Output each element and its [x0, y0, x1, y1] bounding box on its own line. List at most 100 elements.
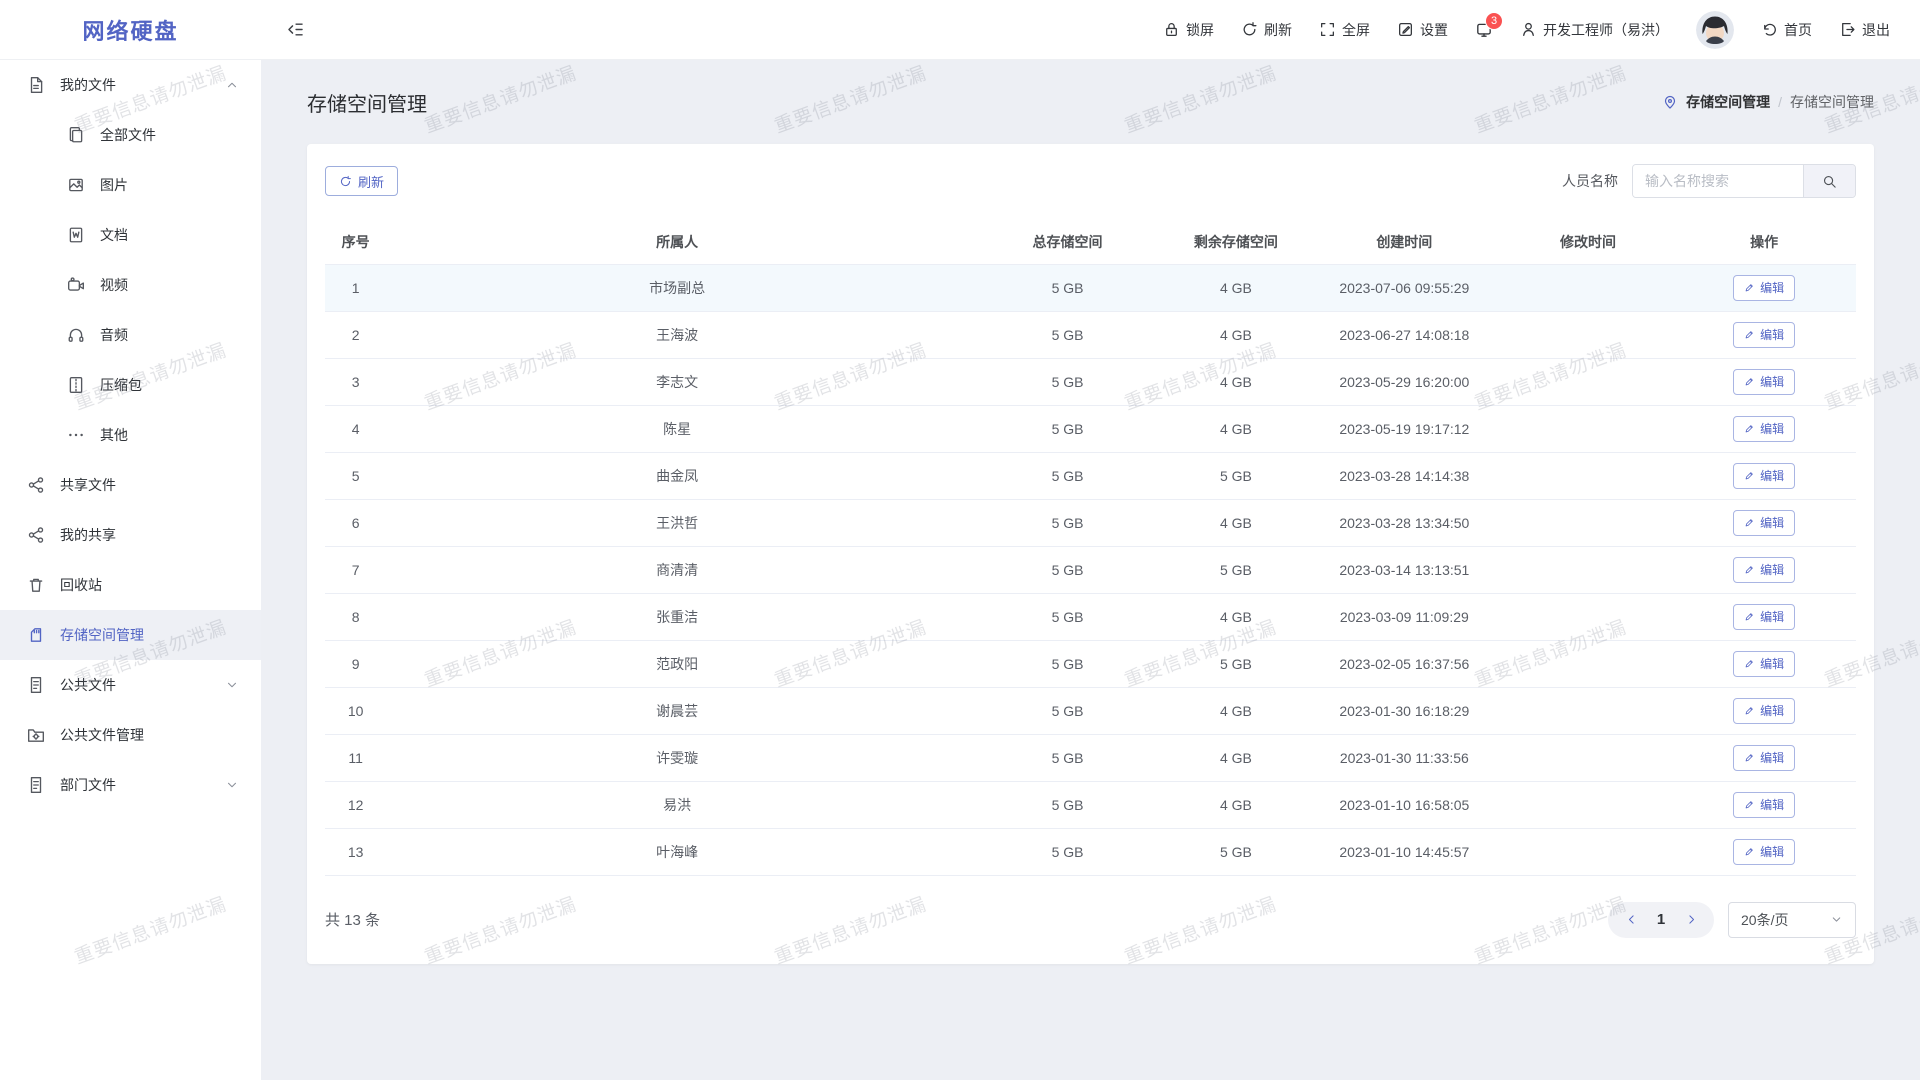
user-menu[interactable]: 开发工程师（易洪）: [1520, 20, 1669, 40]
sidebar-collapse-button[interactable]: [286, 20, 305, 39]
current-page-number[interactable]: 1: [1646, 911, 1676, 928]
edit-button[interactable]: 编辑: [1733, 557, 1795, 583]
edit-button[interactable]: 编辑: [1733, 322, 1795, 348]
fullscreen-button[interactable]: 全屏: [1319, 20, 1370, 40]
sidebar-item-audio[interactable]: 音频: [0, 310, 261, 360]
sidebar-item-all-files[interactable]: 全部文件: [0, 110, 261, 160]
edit-button[interactable]: 编辑: [1733, 745, 1795, 771]
cell-actions: 编辑: [1672, 452, 1856, 499]
cell-created: 2023-03-09 11:09:29: [1305, 593, 1504, 640]
share-icon: [27, 526, 45, 544]
table-row: 3李志文5 GB4 GB2023-05-29 16:20:00编辑: [325, 358, 1856, 405]
edit-button[interactable]: 编辑: [1733, 463, 1795, 489]
pencil-icon: [1744, 846, 1755, 857]
cell-total: 5 GB: [968, 499, 1167, 546]
cell-index: 8: [325, 593, 386, 640]
cell-free: 4 GB: [1167, 405, 1305, 452]
edit-button[interactable]: 编辑: [1733, 792, 1795, 818]
edit-button[interactable]: 编辑: [1733, 604, 1795, 630]
chevron-left-icon: [1625, 913, 1638, 926]
cell-owner: 王海波: [386, 311, 968, 358]
cell-modified: [1504, 828, 1672, 875]
column-header: 创建时间: [1305, 220, 1504, 264]
table-header-row: 序号所属人总存储空间剩余存储空间创建时间修改时间操作: [325, 220, 1856, 264]
share-icon: [27, 476, 45, 494]
edit-button[interactable]: 编辑: [1733, 698, 1795, 724]
page-size-select[interactable]: 20条/页: [1728, 902, 1856, 938]
home-button[interactable]: 首页: [1761, 20, 1812, 40]
cell-modified: [1504, 311, 1672, 358]
audio-icon: [67, 326, 85, 344]
sidebar-item-department-files[interactable]: 部门文件: [0, 760, 261, 810]
breadcrumb-current: 存储空间管理: [1790, 92, 1874, 112]
sidebar-item-public-file-management[interactable]: 公共文件管理: [0, 710, 261, 760]
cell-owner: 许雯璇: [386, 734, 968, 781]
sidebar-item-label: 回收站: [60, 575, 102, 595]
settings-label: 设置: [1420, 20, 1448, 40]
edit-button-label: 编辑: [1760, 655, 1784, 672]
lock-screen-button[interactable]: 锁屏: [1163, 20, 1214, 40]
user-avatar[interactable]: [1696, 11, 1734, 49]
cell-owner: 陈星: [386, 405, 968, 452]
pager: 1: [1608, 902, 1714, 938]
column-header: 剩余存储空间: [1167, 220, 1305, 264]
edit-button[interactable]: 编辑: [1733, 839, 1795, 865]
logout-button[interactable]: 退出: [1839, 20, 1890, 40]
edit-button-label: 编辑: [1760, 467, 1784, 484]
sidebar-item-others[interactable]: 其他: [0, 410, 261, 460]
cell-total: 5 GB: [968, 311, 1167, 358]
edit-button[interactable]: 编辑: [1733, 510, 1795, 536]
image-icon: [67, 176, 85, 194]
sidebar-item-recycle-bin[interactable]: 回收站: [0, 560, 261, 610]
cell-modified: [1504, 405, 1672, 452]
cell-created: 2023-03-28 13:34:50: [1305, 499, 1504, 546]
settings-icon: [1397, 21, 1414, 38]
notifications-button[interactable]: 3: [1475, 21, 1493, 39]
sidebar-item-public-files[interactable]: 公共文件: [0, 660, 261, 710]
sidebar-item-videos[interactable]: 视频: [0, 260, 261, 310]
sidebar-item-storage-management[interactable]: 存储空间管理: [0, 610, 261, 660]
cell-actions: 编辑: [1672, 828, 1856, 875]
main-content: 存储空间管理 存储空间管理 / 存储空间管理 刷新 人员名称: [261, 60, 1920, 1080]
sidebar-item-images[interactable]: 图片: [0, 160, 261, 210]
edit-button-label: 编辑: [1760, 843, 1784, 860]
breadcrumb-root[interactable]: 存储空间管理: [1686, 92, 1770, 112]
sidebar-item-shared-files[interactable]: 共享文件: [0, 460, 261, 510]
edit-button-label: 编辑: [1760, 702, 1784, 719]
search-input[interactable]: [1633, 165, 1803, 197]
edit-button[interactable]: 编辑: [1733, 651, 1795, 677]
edit-button[interactable]: 编辑: [1733, 416, 1795, 442]
cell-total: 5 GB: [968, 734, 1167, 781]
table-row: 6王洪哲5 GB4 GB2023-03-28 13:34:50编辑: [325, 499, 1856, 546]
refresh-button[interactable]: 刷新: [325, 166, 398, 196]
prev-page-button[interactable]: [1616, 913, 1646, 926]
cell-created: 2023-03-28 14:14:38: [1305, 452, 1504, 499]
sidebar-item-my-shares[interactable]: 我的共享: [0, 510, 261, 560]
cell-index: 12: [325, 781, 386, 828]
sidebar-menu: 我的文件全部文件图片文档视频音频压缩包其他共享文件我的共享回收站存储空间管理公共…: [0, 60, 261, 1080]
settings-button[interactable]: 设置: [1397, 20, 1448, 40]
sidebar-item-docs[interactable]: 文档: [0, 210, 261, 260]
edit-button-label: 编辑: [1760, 514, 1784, 531]
cell-owner: 王洪哲: [386, 499, 968, 546]
search-button[interactable]: [1803, 165, 1855, 197]
trash-icon: [27, 576, 45, 594]
edit-button[interactable]: 编辑: [1733, 369, 1795, 395]
cell-created: 2023-01-10 16:58:05: [1305, 781, 1504, 828]
collapse-icon: [286, 20, 305, 39]
cell-created: 2023-05-29 16:20:00: [1305, 358, 1504, 405]
sidebar-item-archives[interactable]: 压缩包: [0, 360, 261, 410]
sidebar-item-label: 公共文件管理: [60, 725, 144, 745]
cell-owner: 曲金凤: [386, 452, 968, 499]
sidebar-item-my-files[interactable]: 我的文件: [0, 60, 261, 110]
refresh-label: 刷新: [1264, 20, 1292, 40]
table-row: 9范政阳5 GB5 GB2023-02-05 16:37:56编辑: [325, 640, 1856, 687]
edit-button-label: 编辑: [1760, 561, 1784, 578]
next-page-button[interactable]: [1676, 913, 1706, 926]
pencil-icon: [1744, 282, 1755, 293]
home-label: 首页: [1784, 20, 1812, 40]
edit-button[interactable]: 编辑: [1733, 275, 1795, 301]
pencil-icon: [1744, 658, 1755, 669]
refresh-button[interactable]: 刷新: [1241, 20, 1292, 40]
cell-created: 2023-01-30 11:33:56: [1305, 734, 1504, 781]
